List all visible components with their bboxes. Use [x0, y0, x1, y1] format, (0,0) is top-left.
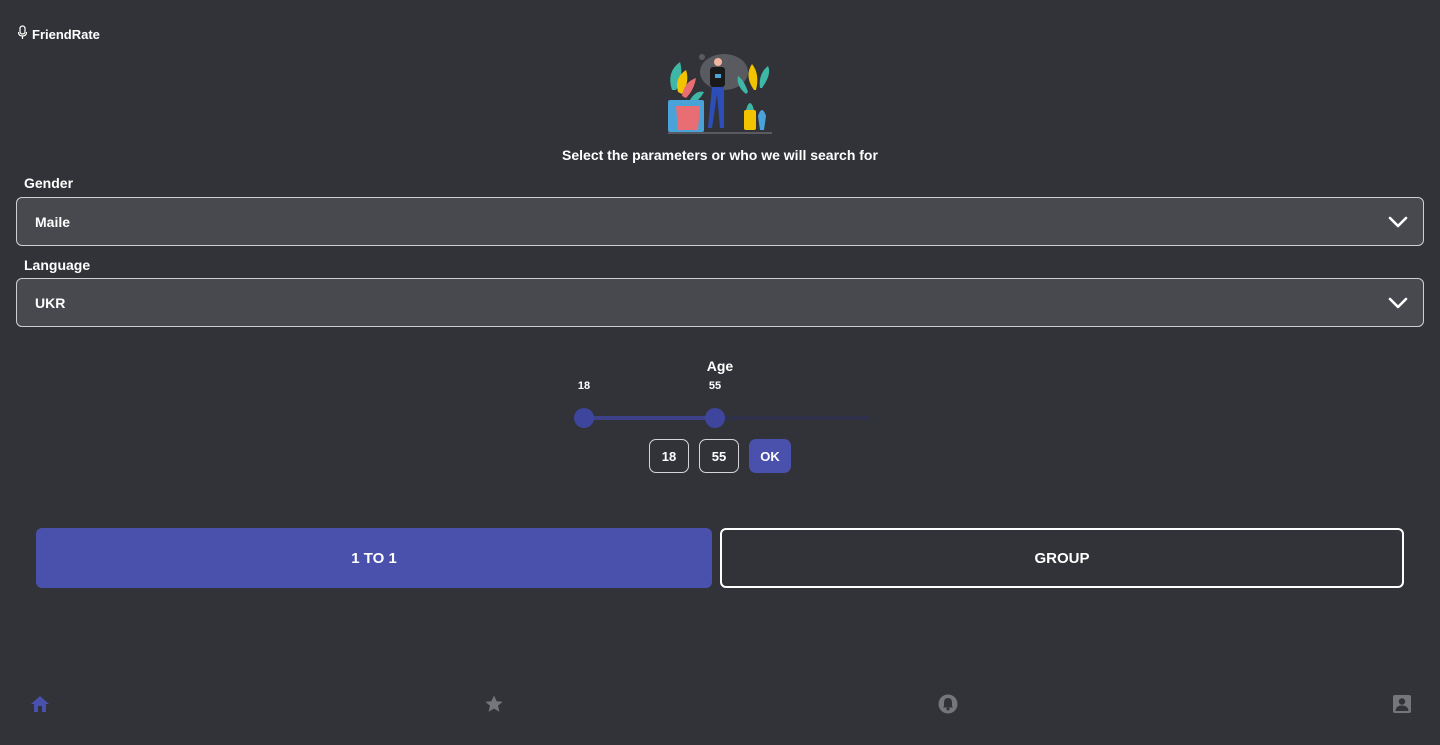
people-illustration: [668, 54, 772, 134]
age-min-thumb-label: 18: [577, 380, 591, 392]
gender-select[interactable]: Maile: [16, 197, 1424, 246]
gender-label: Gender: [24, 175, 74, 191]
age-max-thumb[interactable]: [705, 408, 725, 428]
chevron-down-icon: [1388, 297, 1408, 309]
star-icon[interactable]: [484, 694, 504, 714]
microphone-icon: [17, 25, 28, 39]
group-button[interactable]: GROUP: [720, 528, 1404, 588]
home-icon[interactable]: [30, 694, 50, 714]
search-parameters-page: FriendRate Select the parameters or who …: [0, 0, 1440, 745]
app-name: FriendRate: [32, 27, 100, 42]
language-select[interactable]: UKR: [16, 278, 1424, 327]
age-min-input[interactable]: 18: [649, 439, 689, 473]
page-subtitle: Select the parameters or who we will sea…: [562, 147, 878, 163]
chevron-down-icon: [1388, 216, 1408, 228]
gender-value: Maile: [35, 213, 71, 230]
age-slider-range: [584, 416, 715, 420]
age-min-thumb[interactable]: [574, 408, 594, 428]
age-label: Age: [706, 358, 734, 374]
profile-icon[interactable]: [1392, 694, 1412, 714]
app-logo[interactable]: FriendRate: [16, 24, 100, 42]
age-ok-button[interactable]: OK: [749, 439, 791, 473]
language-value: UKR: [35, 294, 66, 311]
language-label: Language: [24, 257, 91, 273]
age-max-input[interactable]: 55: [699, 439, 739, 473]
one-to-one-button[interactable]: 1 TO 1: [36, 528, 712, 588]
age-max-thumb-label: 55: [708, 380, 722, 392]
bell-icon[interactable]: [938, 694, 958, 714]
